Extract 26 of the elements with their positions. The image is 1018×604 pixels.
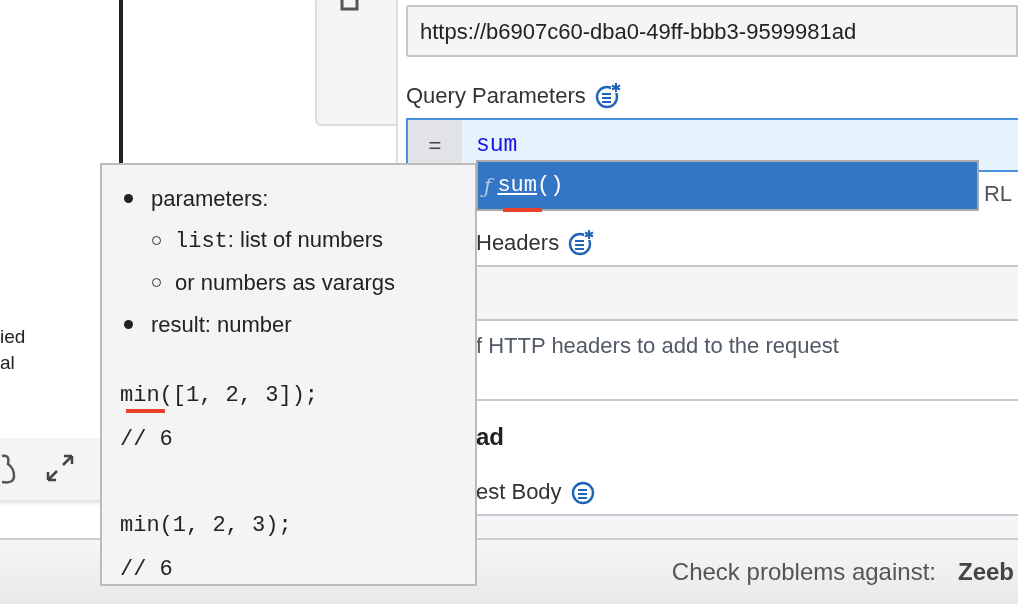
bullet-icon <box>124 193 133 203</box>
code-line: min([1, 2, 3]); <box>120 383 319 408</box>
autocomplete-option[interactable]: ƒ sum() <box>478 162 977 209</box>
list-item: parameters: <box>151 184 269 213</box>
field-description: f HTTP headers to add to the request <box>475 332 840 360</box>
field-label: est Body <box>476 478 562 506</box>
element-label: ied <box>0 325 26 349</box>
section-title: ad <box>475 422 505 452</box>
list-item: or numbers as varargs <box>175 268 396 297</box>
field-label: Headers <box>476 229 560 257</box>
engine-selector[interactable]: Zeeb <box>958 554 1014 590</box>
element-label: al <box>0 351 16 375</box>
list-item: list: list of numbers <box>175 225 384 256</box>
url-field[interactable]: https://b6907c60-dba0-49ff-bbb3-9599981ad <box>406 5 1018 57</box>
formula-icon <box>567 228 596 257</box>
field-description: RL <box>983 179 1012 208</box>
list-item: result: number <box>151 310 292 339</box>
curve-icon[interactable] <box>0 452 18 486</box>
formula-icon <box>593 81 622 110</box>
code-comment: // 6 <box>120 427 173 452</box>
expand-icon[interactable] <box>45 453 75 483</box>
code-comment: // 6 <box>120 557 173 582</box>
code-line: min(1, 2, 3); <box>120 513 292 538</box>
bullet-icon <box>124 319 133 329</box>
field-label: Query Parameters <box>406 82 586 110</box>
status-label: Check problems against: <box>671 557 936 587</box>
